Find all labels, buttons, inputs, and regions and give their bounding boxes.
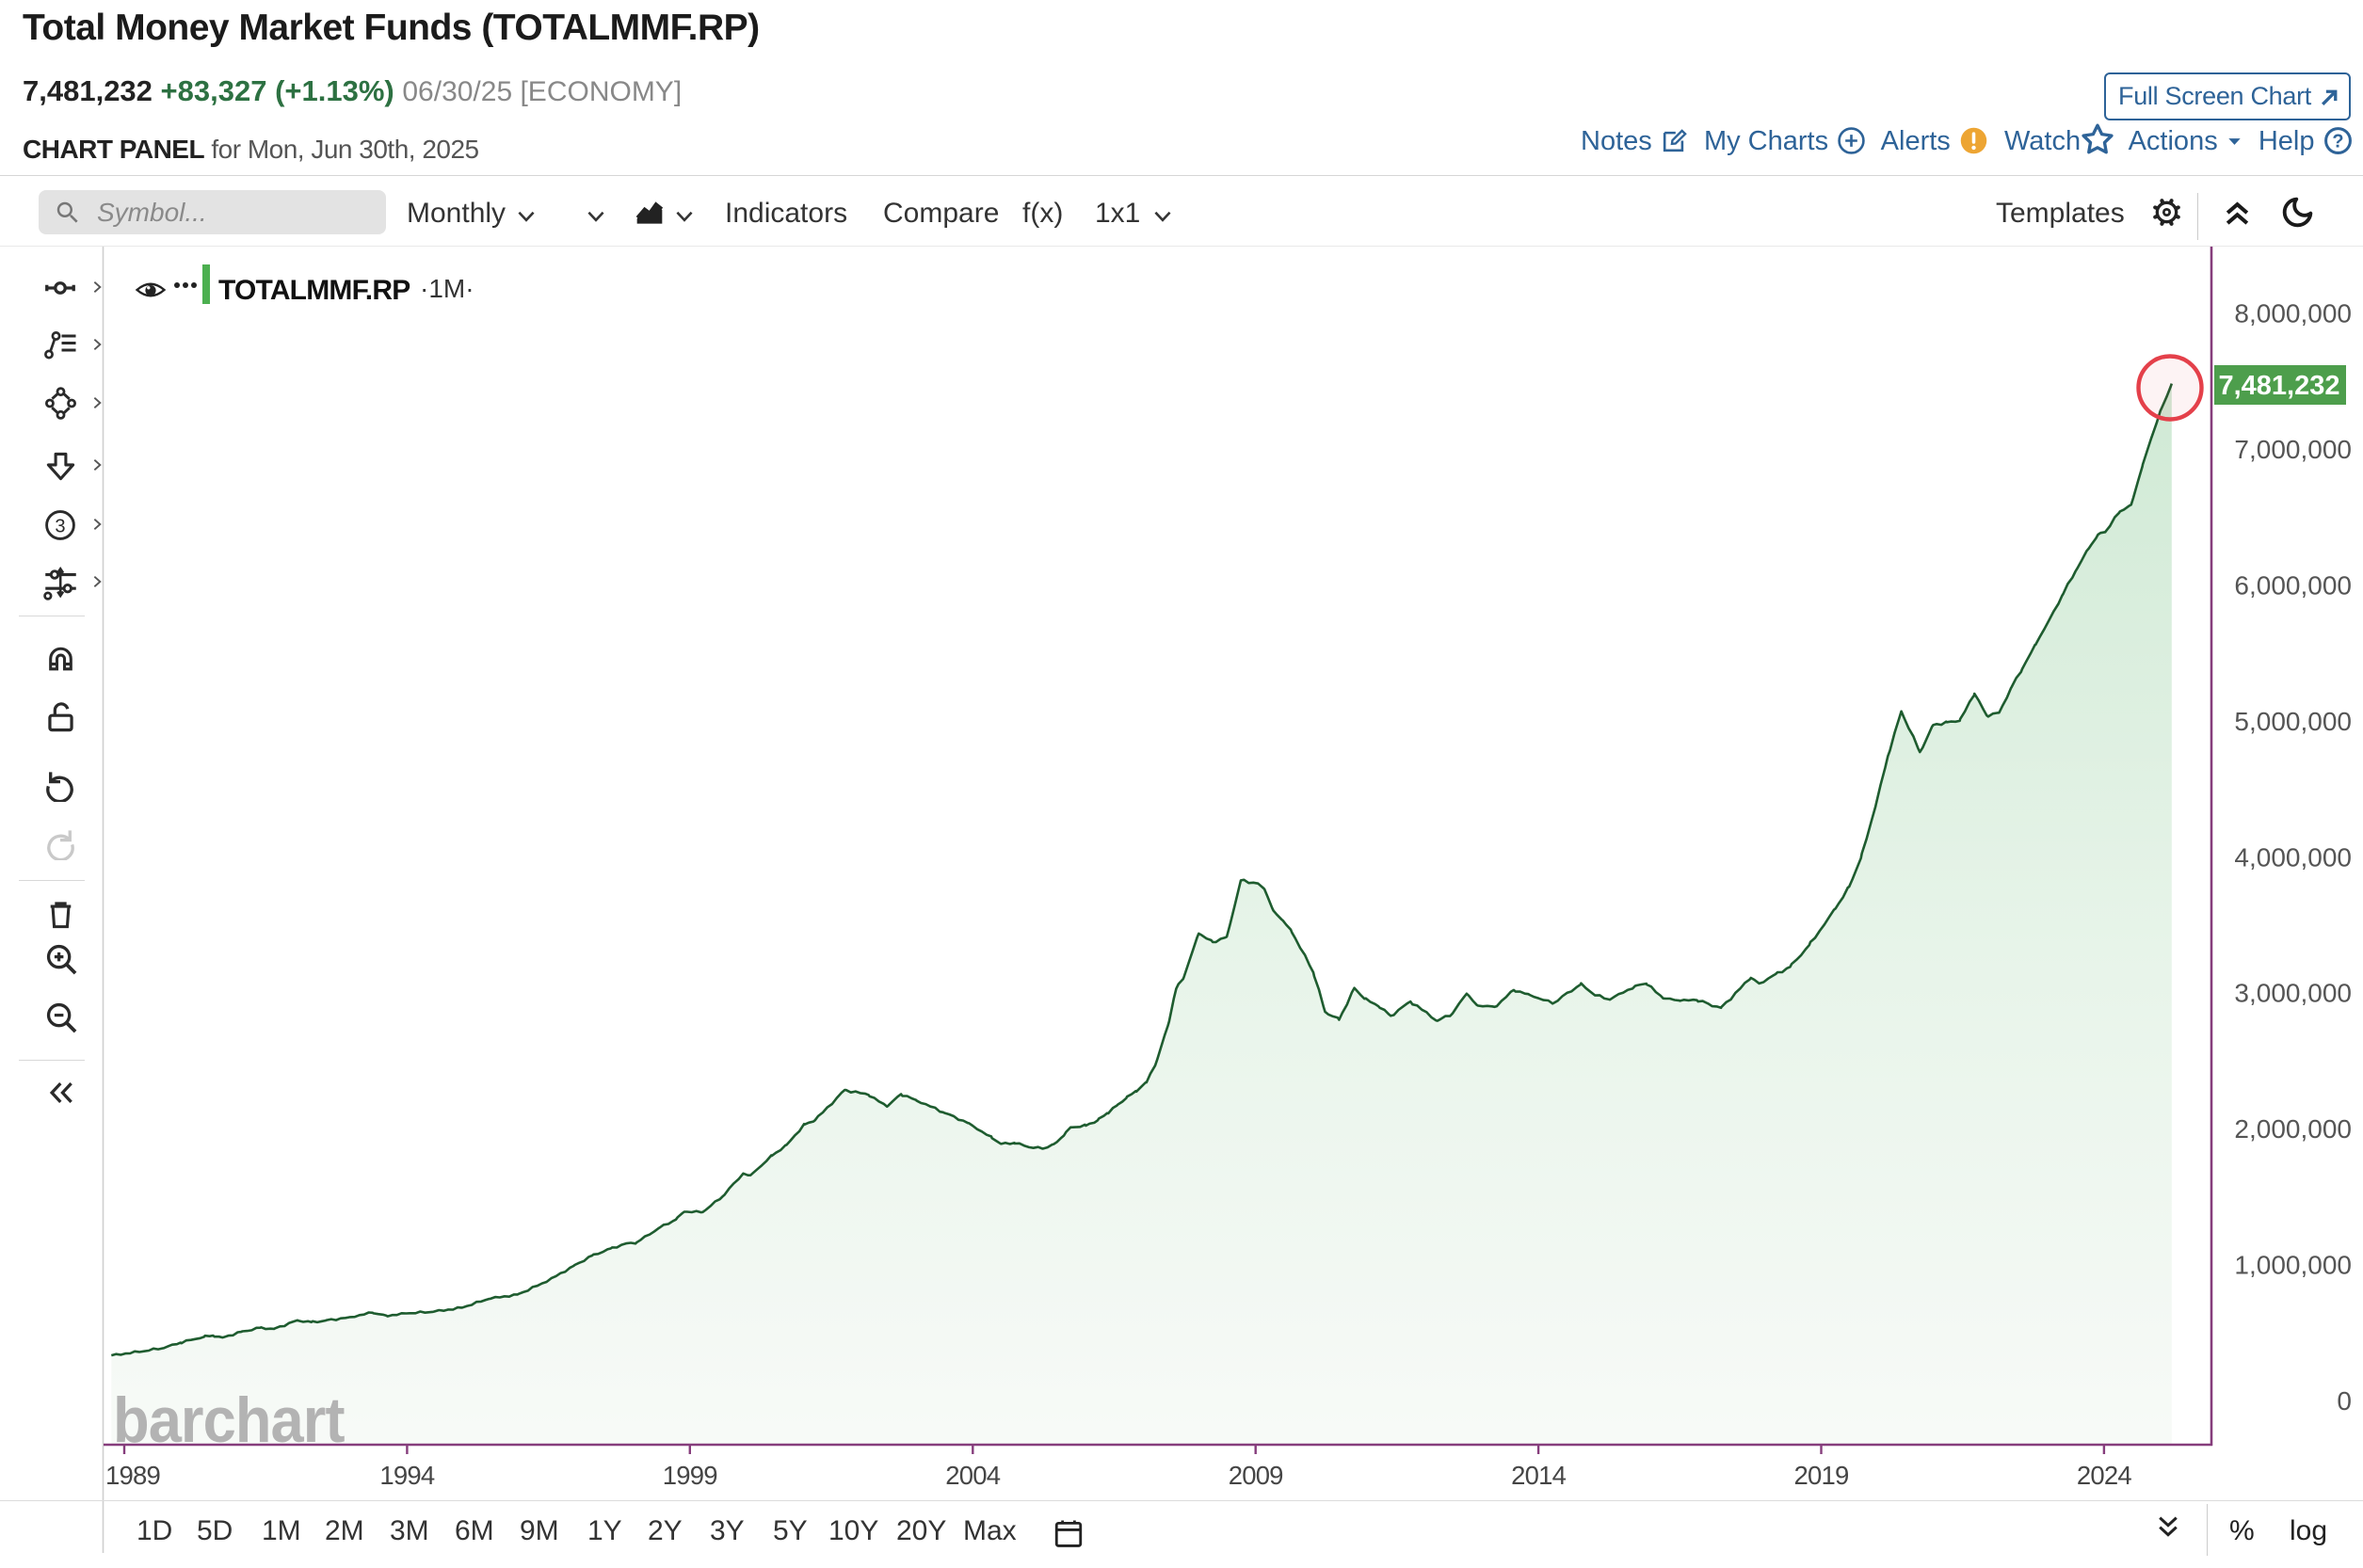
svg-text:2019: 2019 <box>1794 1461 1849 1490</box>
svg-text:8,000,000: 8,000,000 <box>2234 299 2352 328</box>
svg-text:6,000,000: 6,000,000 <box>2234 571 2352 600</box>
svg-text:2009: 2009 <box>1229 1461 1283 1490</box>
svg-text:1989: 1989 <box>105 1461 160 1490</box>
svg-text:1,000,000: 1,000,000 <box>2234 1251 2352 1280</box>
svg-text:2,000,000: 2,000,000 <box>2234 1114 2352 1144</box>
svg-text:·1M·: ·1M· <box>420 274 474 303</box>
svg-text:1999: 1999 <box>663 1461 717 1490</box>
svg-text:2024: 2024 <box>2077 1461 2131 1490</box>
svg-text:TOTALMMF.RP: TOTALMMF.RP <box>218 275 410 306</box>
svg-text:4,000,000: 4,000,000 <box>2234 842 2352 872</box>
svg-text:2014: 2014 <box>1511 1461 1566 1490</box>
svg-text:7,481,232: 7,481,232 <box>2218 371 2339 401</box>
svg-text:7,000,000: 7,000,000 <box>2234 435 2352 464</box>
svg-text:5,000,000: 5,000,000 <box>2234 707 2352 736</box>
svg-text:barchart: barchart <box>113 1384 346 1456</box>
svg-text:2004: 2004 <box>945 1461 1000 1490</box>
svg-text:0: 0 <box>2337 1386 2352 1416</box>
svg-text:3,000,000: 3,000,000 <box>2234 979 2352 1008</box>
svg-text:1994: 1994 <box>379 1461 434 1490</box>
